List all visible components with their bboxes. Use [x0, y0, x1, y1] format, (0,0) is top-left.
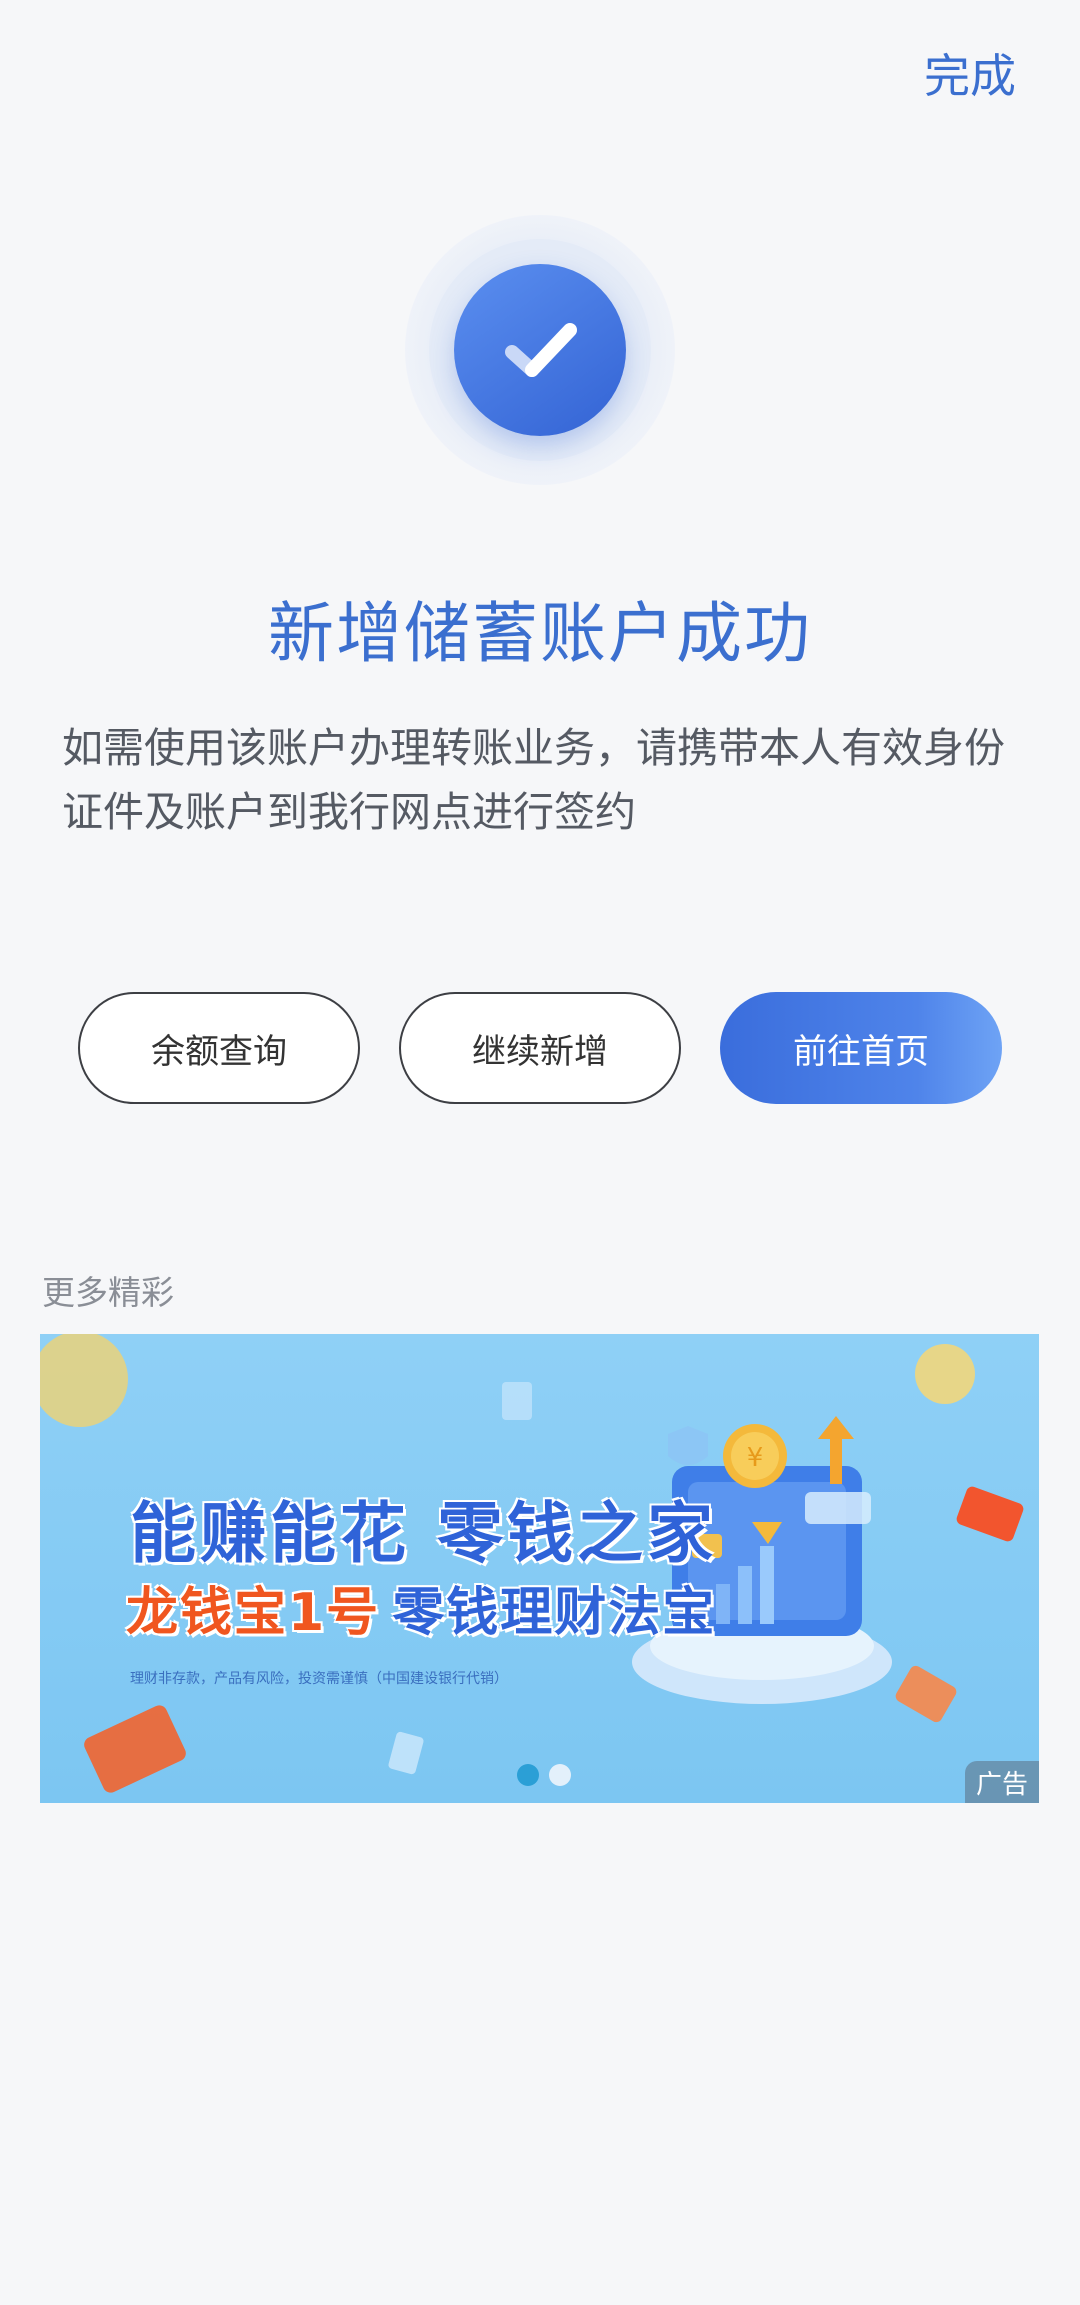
banner-product-name: 龙钱宝1号: [126, 1583, 381, 1643]
continue-add-button[interactable]: 继续新增: [399, 992, 681, 1104]
banner-pagination: [517, 1764, 571, 1786]
banner-headline: 能赚能花 零钱之家: [130, 1495, 717, 1572]
success-badge-core: [454, 264, 626, 436]
balance-query-button[interactable]: 余额查询: [78, 992, 360, 1104]
banner-disclaimer: 理财非存款，产品有风险，投资需谨慎（中国建设银行代销）: [130, 1671, 508, 1687]
go-home-button[interactable]: 前往首页: [720, 992, 1002, 1104]
banner-product-slogan: 零钱理财法宝: [392, 1583, 717, 1643]
result-description: 如需使用该账户办理转账业务，请携带本人有效身份证件及账户到我行网点进行签约: [62, 724, 1005, 836]
banner-dot-1[interactable]: [517, 1764, 539, 1786]
banner-dot-2[interactable]: [549, 1764, 571, 1786]
svg-text:¥: ¥: [747, 1443, 764, 1473]
page-title: 新增储蓄账户成功: [268, 595, 812, 672]
success-badge: [405, 215, 675, 485]
check-icon: [505, 323, 577, 377]
promo-banner[interactable]: ¥ 能赚能花 零钱之家 龙钱宝1号 零钱理财法宝 理财非存款，产品有风险，投资需谨…: [40, 1334, 1039, 1803]
ad-badge: 广告: [965, 1761, 1039, 1803]
more-section-label: 更多精彩: [42, 1273, 174, 1312]
banner-subheadline: 龙钱宝1号 零钱理财法宝: [126, 1570, 716, 1645]
done-button[interactable]: 完成: [924, 40, 1016, 106]
